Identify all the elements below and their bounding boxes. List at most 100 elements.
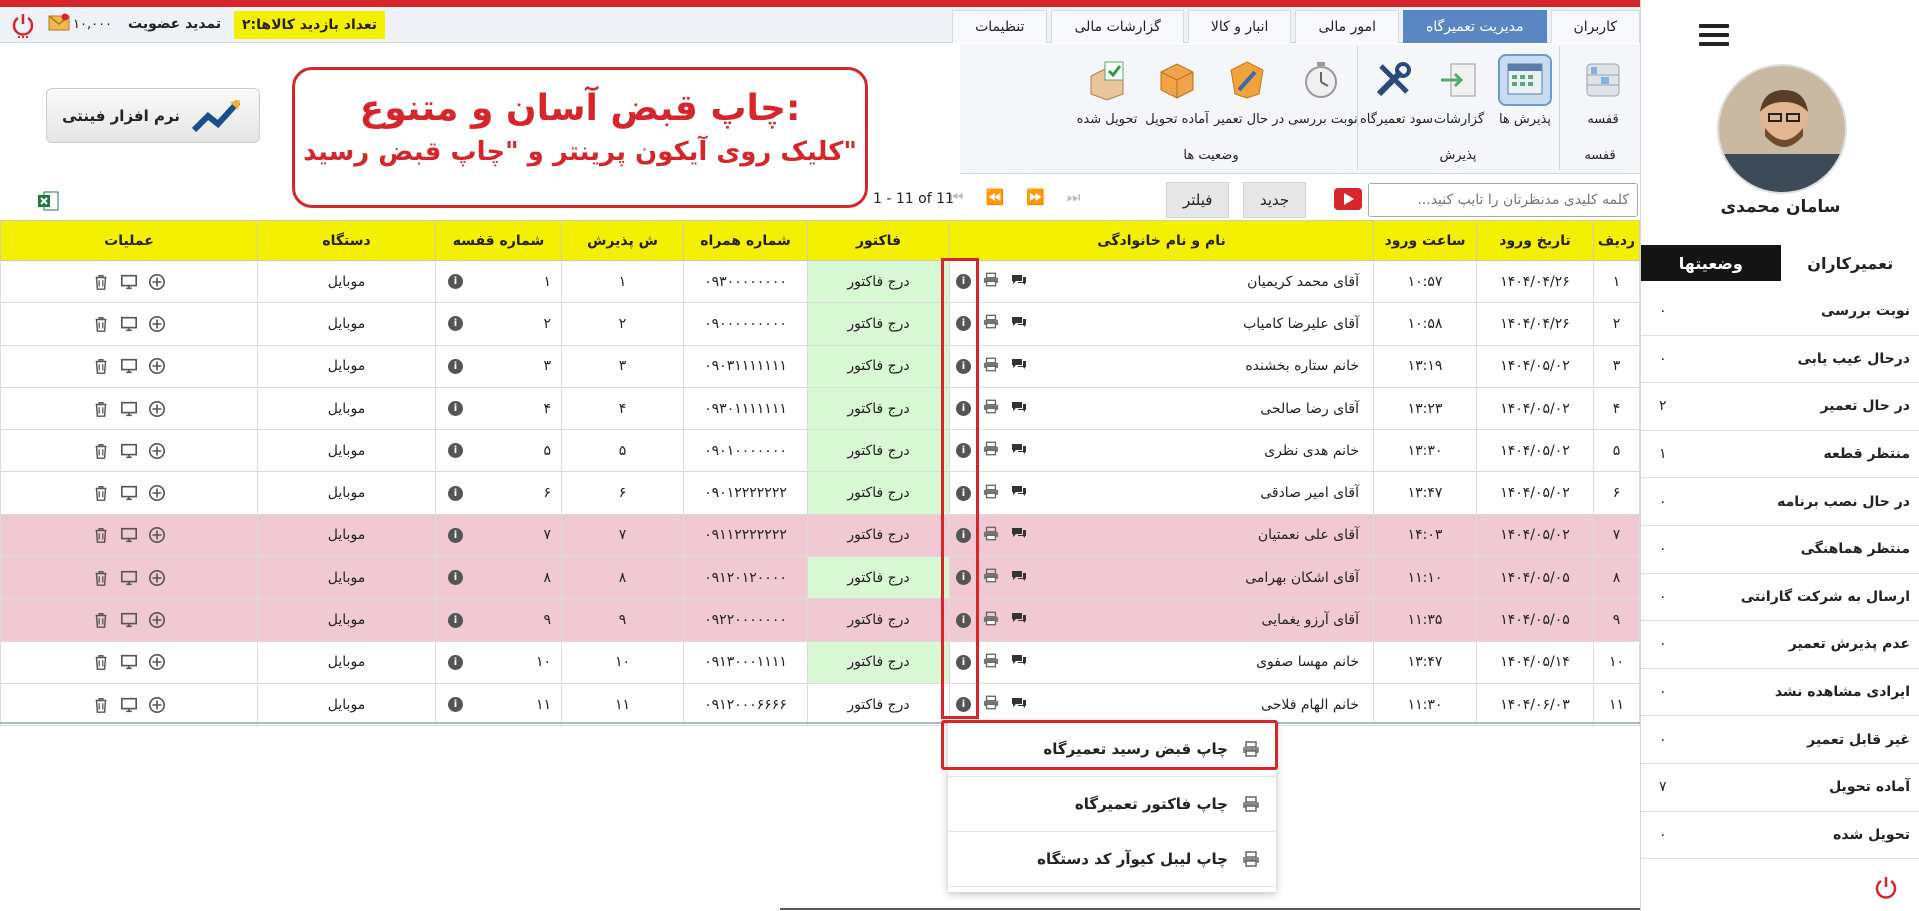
ribbon-reports-button[interactable]: گزارشات <box>1426 54 1492 127</box>
status-item[interactable]: نوبت بررسی ۰ <box>1641 288 1919 336</box>
info-icon[interactable]: i <box>956 570 971 586</box>
add-circle-icon[interactable] <box>148 442 166 460</box>
cell-invoice[interactable]: درج فاکتور <box>807 598 950 642</box>
table-row[interactable]: ۵ ۱۴۰۴/۰۵/۰۲ ۱۳:۳۰ خانم هدی نظری i درج فاکتور… <box>0 429 1640 473</box>
col-header-phone[interactable]: شماره همراه <box>683 220 808 261</box>
printer-icon[interactable] <box>983 314 999 333</box>
tab-statuses[interactable]: وضعیتها <box>1641 245 1781 281</box>
printer-icon[interactable] <box>983 695 999 714</box>
sms-chat-icon[interactable] <box>1011 526 1027 544</box>
info-icon[interactable]: i <box>956 274 971 290</box>
printer-icon[interactable] <box>983 611 999 630</box>
info-icon[interactable]: i <box>448 612 463 628</box>
customer-name[interactable]: آقای محمد کریمیان <box>1247 274 1359 290</box>
col-header-time[interactable]: ساعت ورود <box>1373 220 1477 261</box>
status-item[interactable]: درحال عیب یابی ۰ <box>1641 336 1919 384</box>
customer-name[interactable]: خانم الهام فلاحی <box>1261 697 1359 713</box>
table-row[interactable]: ۲ ۱۴۰۴/۰۴/۲۶ ۱۰:۵۸ آقای علیرضا کامیاب i درج ف… <box>0 302 1640 346</box>
renew-membership-link[interactable]: تمدید عضویت <box>128 16 221 32</box>
ribbon-profit-button[interactable]: سود تعمیرگاه <box>1360 54 1433 127</box>
customer-name[interactable]: آقای آرزو یغمایی <box>1262 612 1359 628</box>
table-row[interactable]: ۱۰ ۱۴۰۴/۰۵/۱۴ ۱۳:۴۷ خانم مهسا صفوی i درج فاکت… <box>0 640 1640 684</box>
add-circle-icon[interactable] <box>148 484 166 502</box>
add-circle-icon[interactable] <box>148 357 166 375</box>
info-icon[interactable]: i <box>448 570 463 586</box>
table-row[interactable]: ۷ ۱۴۰۴/۰۵/۰۲ ۱۴:۰۳ آقای علی نعمتیان i درج فاک… <box>0 513 1640 558</box>
trash-icon[interactable] <box>92 484 110 502</box>
last-page-icon[interactable]: ⏭ <box>1067 188 1081 206</box>
col-header-operations[interactable]: عملیات <box>0 220 258 261</box>
status-item[interactable]: منتظر هماهنگی ۰ <box>1641 526 1919 574</box>
add-circle-icon[interactable] <box>148 653 166 671</box>
info-icon[interactable]: i <box>956 527 971 543</box>
tab-inventory[interactable]: انبار و کالا <box>1187 10 1292 43</box>
info-icon[interactable]: i <box>956 654 971 670</box>
trash-icon[interactable] <box>92 611 110 629</box>
printer-icon[interactable] <box>983 526 999 545</box>
sms-chat-icon[interactable] <box>1011 273 1027 291</box>
tab-financial-reports[interactable]: گزارشات مالی <box>1051 10 1184 43</box>
status-item[interactable]: در حال تعمیر ۲ <box>1641 383 1919 431</box>
info-icon[interactable]: i <box>956 358 971 374</box>
sms-chat-icon[interactable] <box>1011 611 1027 629</box>
status-item[interactable]: غیر قابل تعمیر ۰ <box>1641 716 1919 764</box>
info-icon[interactable]: i <box>448 274 463 290</box>
status-item[interactable]: تحویل شده ۰ <box>1641 812 1919 860</box>
video-help-icon[interactable] <box>1334 188 1362 210</box>
sms-chat-icon[interactable] <box>1011 442 1027 460</box>
ribbon-receptions-button[interactable]: پذیرش ها <box>1492 54 1558 127</box>
printer-icon[interactable] <box>983 399 999 418</box>
cell-invoice[interactable]: درج فاکتور <box>807 640 950 684</box>
col-header-device[interactable]: دستگاه <box>257 220 436 261</box>
printer-icon[interactable] <box>983 568 999 587</box>
trash-icon[interactable] <box>92 653 110 671</box>
info-icon[interactable]: i <box>956 612 971 628</box>
ribbon-shelf-button[interactable]: قفسه <box>1570 54 1636 127</box>
trash-icon[interactable] <box>92 442 110 460</box>
sms-chat-icon[interactable] <box>1011 484 1027 502</box>
info-icon[interactable]: i <box>448 316 463 332</box>
printer-icon[interactable] <box>983 272 999 291</box>
info-icon[interactable]: i <box>448 358 463 374</box>
cell-invoice[interactable]: درج فاکتور <box>807 556 950 600</box>
col-header-row-number[interactable]: ردیف <box>1593 220 1640 261</box>
monitor-icon[interactable] <box>120 611 138 629</box>
customer-name[interactable]: آقای علی نعمتیان <box>1258 527 1359 543</box>
trash-icon[interactable] <box>92 315 110 333</box>
cell-invoice[interactable]: درج فاکتور <box>807 513 950 558</box>
monitor-icon[interactable] <box>120 400 138 418</box>
trash-icon[interactable] <box>92 696 110 714</box>
trash-icon[interactable] <box>92 357 110 375</box>
trash-icon[interactable] <box>92 569 110 587</box>
monitor-icon[interactable] <box>120 653 138 671</box>
add-circle-icon[interactable] <box>148 526 166 544</box>
power-icon[interactable] <box>10 11 36 39</box>
horizontal-scrollbar[interactable] <box>780 908 1640 910</box>
monitor-icon[interactable] <box>120 273 138 291</box>
monitor-icon[interactable] <box>120 526 138 544</box>
customer-name[interactable]: خانم مهسا صفوی <box>1256 654 1359 670</box>
info-icon[interactable]: i <box>956 316 971 332</box>
cell-invoice[interactable]: درج فاکتور <box>807 344 950 388</box>
printer-icon[interactable] <box>983 441 999 460</box>
trash-icon[interactable] <box>92 526 110 544</box>
next-page-icon[interactable]: ⏩ <box>1026 188 1045 206</box>
info-icon[interactable]: i <box>956 401 971 417</box>
printer-icon[interactable] <box>983 484 999 503</box>
cell-invoice[interactable]: درج فاکتور <box>807 302 950 346</box>
customer-name[interactable]: خانم ستاره بخشنده <box>1245 358 1359 374</box>
print-invoice-item[interactable]: چاپ فاکتور تعمیرگاه <box>948 777 1276 832</box>
info-icon[interactable]: i <box>448 485 463 501</box>
add-circle-icon[interactable] <box>148 400 166 418</box>
info-icon[interactable]: i <box>448 697 463 713</box>
col-header-invoice[interactable]: فاکتور <box>807 220 950 261</box>
ribbon-ready-button[interactable]: آماده تحویل <box>1144 54 1210 127</box>
customer-name[interactable]: آقای علیرضا کامیاب <box>1243 316 1359 332</box>
new-button[interactable]: جدید <box>1243 182 1307 218</box>
monitor-icon[interactable] <box>120 569 138 587</box>
status-item[interactable]: ارسال به شرکت گارانتی ۰ <box>1641 574 1919 622</box>
sms-chat-icon[interactable] <box>1011 400 1027 418</box>
customer-name[interactable]: آقای اشکان بهرامی <box>1245 570 1359 586</box>
customer-name[interactable]: خانم هدی نظری <box>1264 443 1359 459</box>
status-item[interactable]: ایرادی مشاهده نشد ۰ <box>1641 669 1919 717</box>
